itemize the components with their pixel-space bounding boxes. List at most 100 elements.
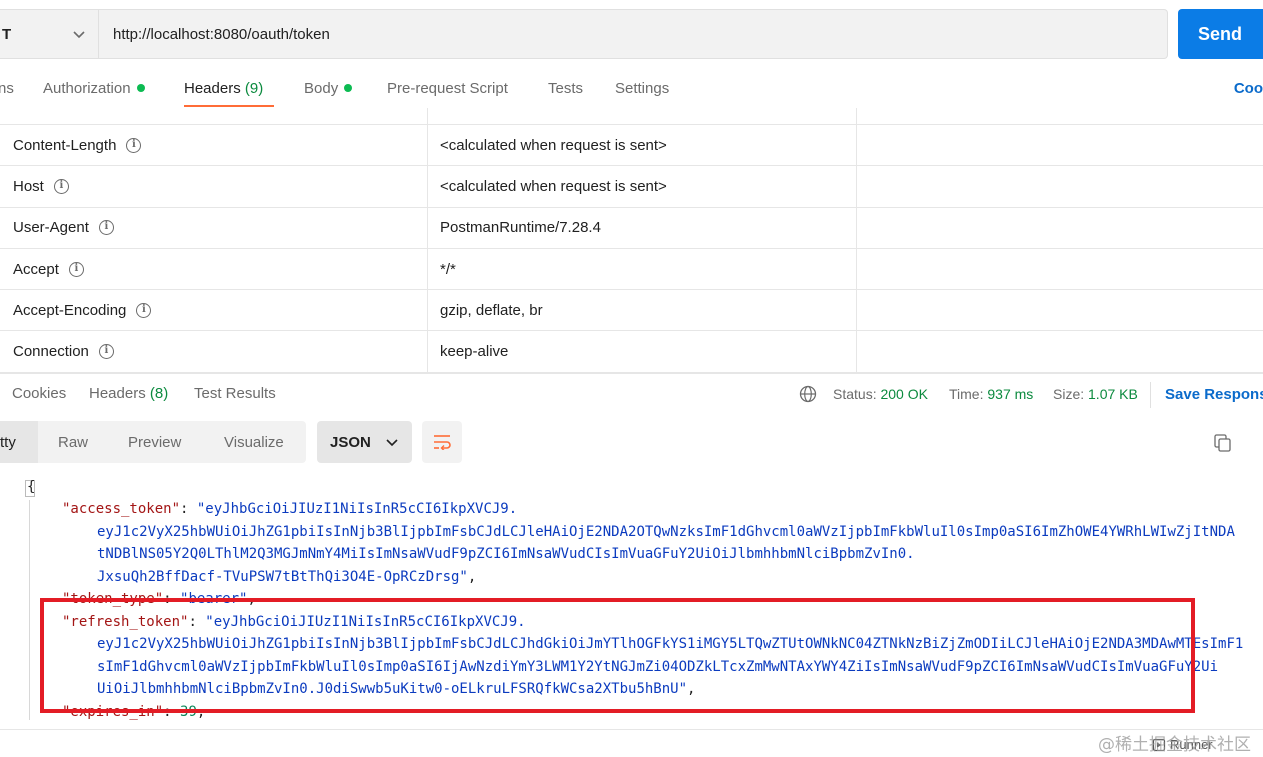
header-key: Accept [13,260,59,278]
code-line: tNDBlNS05Y2Q0LThlM2Q3MGJmNmY4MiIsImNsaWV… [97,546,915,562]
send-button[interactable]: Send [1178,9,1263,59]
response-bar: Cookies Headers (8) Test Results Status:… [0,373,1263,413]
header-key-cell[interactable]: Accept i [0,248,428,290]
header-value: gzip, deflate, br [440,301,543,319]
header-value-cell[interactable]: <calculated when request is sent> [428,125,857,166]
header-key-cell[interactable]: Host i [0,166,428,207]
response-body[interactable]: { "access_token": "eyJhbGciOiJIUzI1NiIsI… [0,476,1263,721]
tab-prerequest-script[interactable]: Pre-request Script [387,80,508,97]
header-desc-cell[interactable] [857,208,1263,248]
header-key-cell[interactable]: Accept-Encoding i [0,290,428,331]
tab-body[interactable]: Body [304,80,353,97]
header-desc-cell[interactable] [857,166,1263,206]
url-input[interactable]: http://localhost:8080/oauth/token [99,26,330,43]
divider [0,729,1263,730]
code-line: JxsuQh2BffDacf-TVuPSW7tBtThQi3O4E-OpRCzD… [97,568,477,585]
table-row [0,108,1263,125]
json-key: "token_type" [62,591,164,607]
header-desc-cell[interactable] [857,125,1263,165]
info-icon[interactable]: i [53,178,69,194]
header-desc-cell [857,108,1263,124]
wrap-lines-icon [434,435,451,450]
table-row: Host i <calculated when request is sent> [0,166,1263,208]
header-key: Connection [13,343,89,361]
tab-pretty[interactable]: tty [0,421,38,463]
globe-icon[interactable] [799,385,817,403]
header-key-cell [0,108,428,124]
save-response-button[interactable]: Save Respons [1165,386,1263,403]
json-string: "bearer" [180,591,248,607]
divider [1150,382,1151,408]
header-value: */* [440,260,456,278]
table-row: Content-Length i <calculated when request… [0,125,1263,167]
tab-visualize[interactable]: Visualize [224,421,284,463]
json-string: "eyJhbGciOiJIUzI1NiIsInR5cCI6IkpXVCJ9. [196,501,518,517]
code-line: "expires_in": 39, [62,704,206,720]
status-label: Status: [833,386,877,402]
tab-preview[interactable]: Preview [128,421,181,463]
header-key: Content-Length [13,136,117,154]
tab-settings[interactable]: Settings [615,80,669,97]
tab-body-label: Body [304,80,339,97]
code-line: eyJ1c2VyX25hbWUiOiJhZG1pbiIsInNjb3BlIjpb… [97,636,1244,652]
header-desc-cell[interactable] [857,249,1263,289]
size-value: 1.07 KB [1088,386,1138,402]
tab-raw[interactable]: Raw [58,421,88,463]
method-select[interactable]: T [0,10,99,58]
watermark: @稀土掘金技术社区 [1098,735,1251,755]
info-icon[interactable]: i [68,261,84,277]
view-mode-bar: tty Raw Preview Visualize [0,421,306,463]
header-value-cell[interactable]: keep-alive [428,331,857,372]
json-string: UiOiJlbmhhbmNlciBpbmZvIn0.J0diSwwb5uKitw… [97,681,688,697]
active-tab-indicator [184,105,274,107]
header-value-cell[interactable]: gzip, deflate, br [428,290,857,331]
size-label: Size: [1053,386,1085,402]
tab-authorization-label: Authorization [43,80,131,97]
tab-test-results[interactable]: Test Results [194,385,276,402]
time-readout[interactable]: Time: 937 ms [949,386,1033,402]
request-tabs: ns Authorization Headers (9) Body Pre-re… [0,76,1263,110]
tab-headers[interactable]: Headers (9) [184,80,263,97]
json-number: 39 [180,704,197,720]
tab-authorization[interactable]: Authorization [43,80,145,97]
header-key: Accept-Encoding [13,301,127,319]
tab-response-headers[interactable]: Headers (8) [89,385,168,402]
copy-icon[interactable] [1212,432,1234,454]
header-key-cell[interactable]: Connection i [0,331,428,372]
tab-tests[interactable]: Tests [548,80,583,97]
header-value: keep-alive [440,343,509,361]
info-icon[interactable]: i [98,220,114,236]
json-key: "refresh_token" [62,613,189,630]
code-line: "token_type": "bearer", [62,591,256,607]
headers-table: Content-Length i <calculated when request… [0,108,1263,373]
table-row: Connection i keep-alive [0,331,1263,373]
header-value-cell[interactable]: PostmanRuntime/7.28.4 [428,207,857,248]
code-line: "refresh_token": "eyJhbGciOiJIUzI1NiIsIn… [62,613,526,630]
info-icon[interactable]: i [126,137,142,153]
header-key-cell[interactable]: Content-Length i [0,125,428,166]
header-value: PostmanRuntime/7.28.4 [440,219,601,237]
code-line: UiOiJlbmhhbmNlciBpbmZvIn0.J0diSwwb5uKitw… [97,681,696,697]
info-icon[interactable]: i [136,302,152,318]
format-select[interactable]: JSON [317,421,412,463]
chevron-down-icon [73,31,85,39]
code-open-brace: { [27,479,36,495]
size-readout[interactable]: Size: 1.07 KB [1053,386,1138,402]
header-desc-cell[interactable] [857,331,1263,371]
table-row: Accept-Encoding i gzip, deflate, br [0,290,1263,332]
time-label: Time: [949,386,984,402]
header-key: Host [13,177,44,195]
json-string: JxsuQh2BffDacf-TVuPSW7tBtThQi3O4E-OpRCzD… [97,568,468,585]
tab-params[interactable]: ns [0,80,14,97]
wrap-lines-button[interactable] [422,421,462,463]
status-readout[interactable]: Status: 200 OK [833,386,928,402]
header-desc-cell[interactable] [857,290,1263,330]
header-value-cell[interactable]: */* [428,248,857,290]
tab-response-cookies[interactable]: Cookies [12,385,66,402]
header-value-cell [428,108,857,124]
header-key-cell[interactable]: User-Agent i [0,207,428,248]
cookies-link[interactable]: Coo [1234,80,1263,97]
method-label: T [2,25,12,43]
info-icon[interactable]: i [98,344,114,360]
header-value-cell[interactable]: <calculated when request is sent> [428,166,857,207]
